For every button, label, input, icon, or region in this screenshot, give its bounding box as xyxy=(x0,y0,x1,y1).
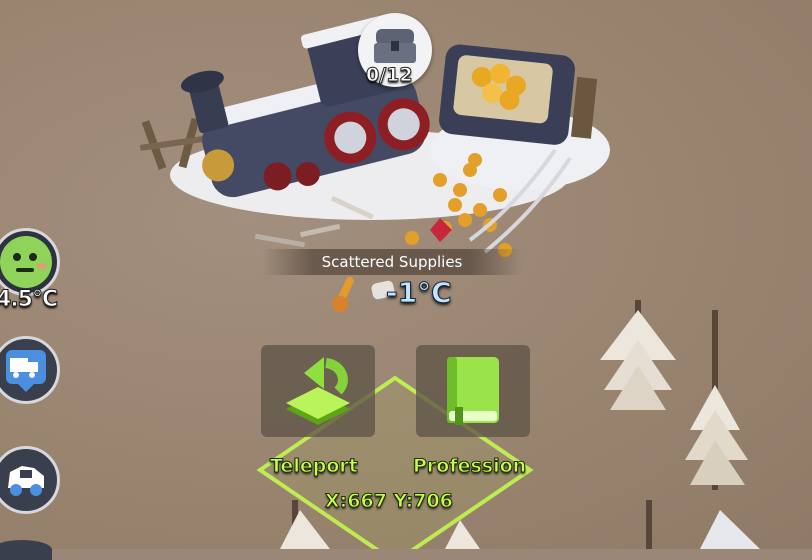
teleport-label: Teleport xyxy=(270,455,359,478)
snowy-tree xyxy=(685,310,748,490)
player-temperature: 4.5°C xyxy=(0,287,59,313)
teleport-button[interactable] xyxy=(261,345,375,437)
hud-partial-circle xyxy=(0,540,52,560)
thermometer-icon xyxy=(330,274,360,314)
tile-coordinates: X:667 Y:706 xyxy=(325,490,454,513)
profession-button[interactable] xyxy=(416,345,530,437)
vehicle-button[interactable] xyxy=(0,446,60,514)
neutral-face-icon xyxy=(0,236,52,288)
delivery-button[interactable] xyxy=(0,336,60,404)
site-name-label: Scattered Supplies xyxy=(262,249,522,275)
profession-label: Profession xyxy=(412,455,527,478)
player-mood-button[interactable] xyxy=(0,228,60,296)
site-temperature: -1°C xyxy=(386,276,453,310)
delivery-truck-icon xyxy=(6,350,46,392)
snowy-tree xyxy=(600,300,676,410)
book-icon xyxy=(447,357,499,425)
teleport-arrow-icon xyxy=(286,357,350,425)
jeep-vehicle-icon xyxy=(8,466,44,496)
snowy-tree xyxy=(646,500,760,549)
chest-count: 0/12 xyxy=(366,64,414,87)
